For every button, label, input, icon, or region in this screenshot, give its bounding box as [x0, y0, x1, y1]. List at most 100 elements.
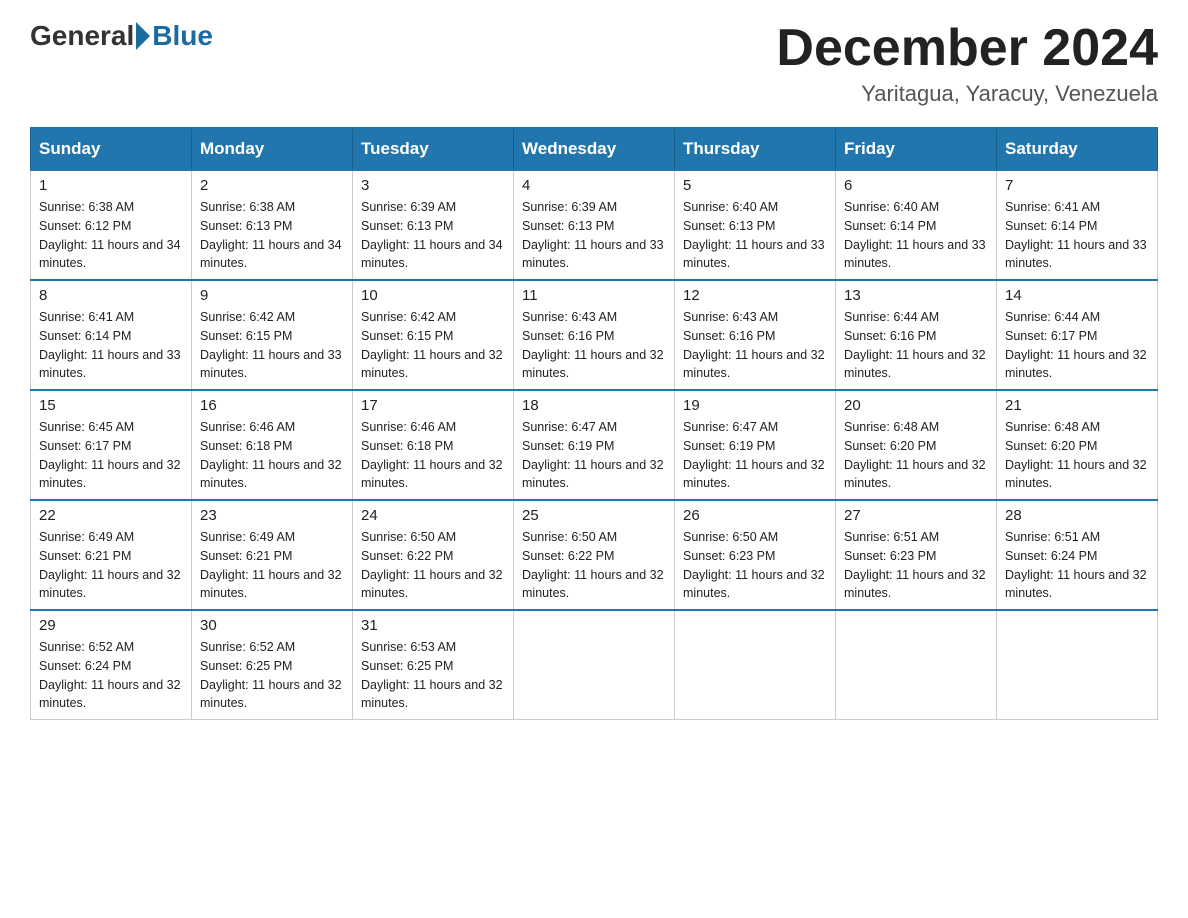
calendar-day-cell: 15 Sunrise: 6:45 AM Sunset: 6:17 PM Dayl…	[31, 390, 192, 500]
calendar-day-cell: 29 Sunrise: 6:52 AM Sunset: 6:24 PM Dayl…	[31, 610, 192, 720]
day-info: Sunrise: 6:52 AM Sunset: 6:25 PM Dayligh…	[200, 638, 344, 713]
sunrise-label: Sunrise: 6:38 AM	[200, 200, 295, 214]
daylight-label: Daylight: 11 hours and 32 minutes.	[683, 568, 825, 601]
day-number: 26	[683, 507, 827, 524]
day-number: 28	[1005, 507, 1149, 524]
daylight-label: Daylight: 11 hours and 33 minutes.	[522, 238, 664, 271]
calendar-day-cell: 31 Sunrise: 6:53 AM Sunset: 6:25 PM Dayl…	[353, 610, 514, 720]
sunset-label: Sunset: 6:13 PM	[522, 219, 614, 233]
sunrise-label: Sunrise: 6:39 AM	[361, 200, 456, 214]
day-number: 25	[522, 507, 666, 524]
calendar-day-cell: 12 Sunrise: 6:43 AM Sunset: 6:16 PM Dayl…	[675, 280, 836, 390]
calendar-week-row: 29 Sunrise: 6:52 AM Sunset: 6:24 PM Dayl…	[31, 610, 1158, 720]
daylight-label: Daylight: 11 hours and 32 minutes.	[522, 568, 664, 601]
sunset-label: Sunset: 6:18 PM	[361, 439, 453, 453]
day-info: Sunrise: 6:49 AM Sunset: 6:21 PM Dayligh…	[39, 528, 183, 603]
daylight-label: Daylight: 11 hours and 32 minutes.	[200, 458, 342, 491]
day-number: 5	[683, 177, 827, 194]
sunset-label: Sunset: 6:16 PM	[683, 329, 775, 343]
calendar-day-cell: 4 Sunrise: 6:39 AM Sunset: 6:13 PM Dayli…	[514, 170, 675, 280]
calendar-day-cell: 28 Sunrise: 6:51 AM Sunset: 6:24 PM Dayl…	[997, 500, 1158, 610]
day-number: 19	[683, 397, 827, 414]
calendar-table: SundayMondayTuesdayWednesdayThursdayFrid…	[30, 127, 1158, 720]
daylight-label: Daylight: 11 hours and 32 minutes.	[39, 458, 181, 491]
calendar-week-row: 22 Sunrise: 6:49 AM Sunset: 6:21 PM Dayl…	[31, 500, 1158, 610]
sunset-label: Sunset: 6:23 PM	[683, 549, 775, 563]
calendar-day-cell: 3 Sunrise: 6:39 AM Sunset: 6:13 PM Dayli…	[353, 170, 514, 280]
day-info: Sunrise: 6:53 AM Sunset: 6:25 PM Dayligh…	[361, 638, 505, 713]
location-subtitle: Yaritagua, Yaracuy, Venezuela	[776, 81, 1158, 107]
sunrise-label: Sunrise: 6:51 AM	[844, 530, 939, 544]
sunrise-label: Sunrise: 6:46 AM	[361, 420, 456, 434]
sunset-label: Sunset: 6:19 PM	[683, 439, 775, 453]
sunset-label: Sunset: 6:14 PM	[1005, 219, 1097, 233]
day-info: Sunrise: 6:40 AM Sunset: 6:14 PM Dayligh…	[844, 198, 988, 273]
sunrise-label: Sunrise: 6:46 AM	[200, 420, 295, 434]
sunset-label: Sunset: 6:19 PM	[522, 439, 614, 453]
title-block: December 2024 Yaritagua, Yaracuy, Venezu…	[776, 20, 1158, 107]
daylight-label: Daylight: 11 hours and 32 minutes.	[844, 458, 986, 491]
logo-arrow-icon	[136, 22, 150, 50]
day-info: Sunrise: 6:49 AM Sunset: 6:21 PM Dayligh…	[200, 528, 344, 603]
calendar-day-cell	[997, 610, 1158, 720]
day-of-week-header: Sunday	[31, 128, 192, 170]
day-number: 30	[200, 617, 344, 634]
calendar-day-cell: 8 Sunrise: 6:41 AM Sunset: 6:14 PM Dayli…	[31, 280, 192, 390]
day-info: Sunrise: 6:50 AM Sunset: 6:22 PM Dayligh…	[522, 528, 666, 603]
daylight-label: Daylight: 11 hours and 34 minutes.	[39, 238, 181, 271]
daylight-label: Daylight: 11 hours and 34 minutes.	[361, 238, 503, 271]
daylight-label: Daylight: 11 hours and 32 minutes.	[522, 348, 664, 381]
sunset-label: Sunset: 6:14 PM	[39, 329, 131, 343]
sunrise-label: Sunrise: 6:43 AM	[683, 310, 778, 324]
calendar-day-cell: 16 Sunrise: 6:46 AM Sunset: 6:18 PM Dayl…	[192, 390, 353, 500]
daylight-label: Daylight: 11 hours and 33 minutes.	[683, 238, 825, 271]
daylight-label: Daylight: 11 hours and 32 minutes.	[844, 568, 986, 601]
sunset-label: Sunset: 6:17 PM	[39, 439, 131, 453]
day-number: 3	[361, 177, 505, 194]
sunrise-label: Sunrise: 6:42 AM	[200, 310, 295, 324]
calendar-week-row: 1 Sunrise: 6:38 AM Sunset: 6:12 PM Dayli…	[31, 170, 1158, 280]
sunrise-label: Sunrise: 6:50 AM	[361, 530, 456, 544]
daylight-label: Daylight: 11 hours and 33 minutes.	[1005, 238, 1147, 271]
sunset-label: Sunset: 6:24 PM	[1005, 549, 1097, 563]
daylight-label: Daylight: 11 hours and 32 minutes.	[683, 458, 825, 491]
sunrise-label: Sunrise: 6:39 AM	[522, 200, 617, 214]
sunrise-label: Sunrise: 6:50 AM	[522, 530, 617, 544]
sunrise-label: Sunrise: 6:52 AM	[200, 640, 295, 654]
calendar-week-row: 8 Sunrise: 6:41 AM Sunset: 6:14 PM Dayli…	[31, 280, 1158, 390]
sunset-label: Sunset: 6:20 PM	[844, 439, 936, 453]
sunrise-label: Sunrise: 6:47 AM	[683, 420, 778, 434]
day-number: 13	[844, 287, 988, 304]
sunrise-label: Sunrise: 6:43 AM	[522, 310, 617, 324]
calendar-day-cell: 2 Sunrise: 6:38 AM Sunset: 6:13 PM Dayli…	[192, 170, 353, 280]
daylight-label: Daylight: 11 hours and 32 minutes.	[844, 348, 986, 381]
calendar-day-cell: 13 Sunrise: 6:44 AM Sunset: 6:16 PM Dayl…	[836, 280, 997, 390]
sunrise-label: Sunrise: 6:48 AM	[844, 420, 939, 434]
calendar-day-cell: 23 Sunrise: 6:49 AM Sunset: 6:21 PM Dayl…	[192, 500, 353, 610]
day-info: Sunrise: 6:42 AM Sunset: 6:15 PM Dayligh…	[200, 308, 344, 383]
sunset-label: Sunset: 6:25 PM	[200, 659, 292, 673]
daylight-label: Daylight: 11 hours and 33 minutes.	[39, 348, 181, 381]
day-info: Sunrise: 6:47 AM Sunset: 6:19 PM Dayligh…	[683, 418, 827, 493]
day-number: 4	[522, 177, 666, 194]
day-number: 10	[361, 287, 505, 304]
daylight-label: Daylight: 11 hours and 33 minutes.	[200, 348, 342, 381]
calendar-day-cell: 18 Sunrise: 6:47 AM Sunset: 6:19 PM Dayl…	[514, 390, 675, 500]
calendar-day-cell: 11 Sunrise: 6:43 AM Sunset: 6:16 PM Dayl…	[514, 280, 675, 390]
day-number: 16	[200, 397, 344, 414]
daylight-label: Daylight: 11 hours and 32 minutes.	[361, 348, 503, 381]
sunrise-label: Sunrise: 6:48 AM	[1005, 420, 1100, 434]
sunrise-label: Sunrise: 6:45 AM	[39, 420, 134, 434]
daylight-label: Daylight: 11 hours and 32 minutes.	[683, 348, 825, 381]
day-info: Sunrise: 6:43 AM Sunset: 6:16 PM Dayligh…	[522, 308, 666, 383]
day-number: 23	[200, 507, 344, 524]
daylight-label: Daylight: 11 hours and 32 minutes.	[200, 568, 342, 601]
day-of-week-header: Tuesday	[353, 128, 514, 170]
day-number: 27	[844, 507, 988, 524]
daylight-label: Daylight: 11 hours and 32 minutes.	[361, 568, 503, 601]
calendar-day-cell	[675, 610, 836, 720]
sunrise-label: Sunrise: 6:52 AM	[39, 640, 134, 654]
calendar-header-row: SundayMondayTuesdayWednesdayThursdayFrid…	[31, 128, 1158, 170]
day-number: 8	[39, 287, 183, 304]
day-number: 24	[361, 507, 505, 524]
